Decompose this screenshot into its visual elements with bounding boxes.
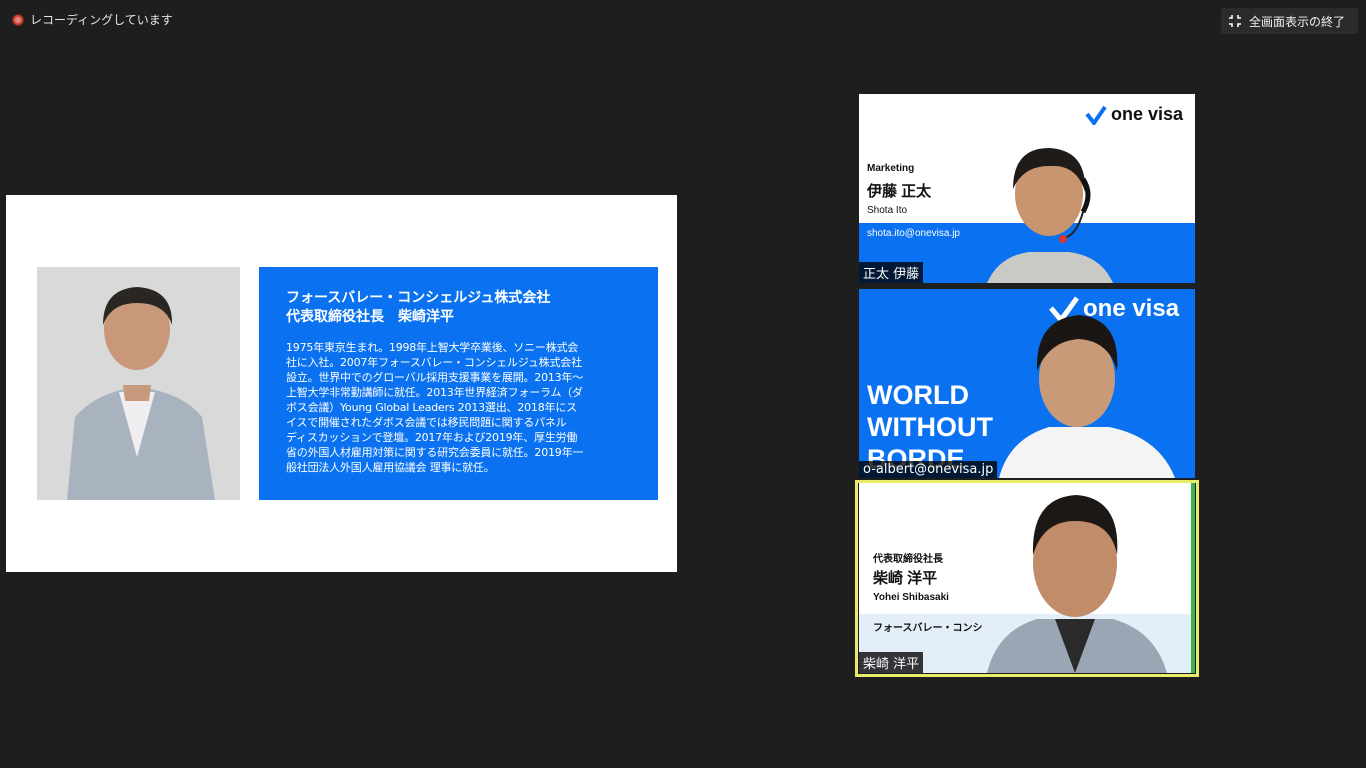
bio-panel: フォースバレー・コンシェルジュ株式会社 代表取締役社長 柴崎洋平 1975年東京… — [259, 267, 658, 500]
bio-line: 設立。世界中でのグローバル採用支援事業を展開。2013年〜 — [286, 371, 584, 384]
overlay-email: shota.ito@onevisa.jp — [867, 228, 960, 239]
logo-text: one visa — [1111, 104, 1184, 124]
participant-name-tag: 正太 伊藤 — [859, 262, 924, 283]
shared-slide: フォースバレー・コンシェルジュ株式会社 代表取締役社長 柴崎洋平 1975年東京… — [6, 195, 677, 572]
participant-name-tag: o-albert@onevisa.jp — [859, 461, 998, 478]
bio-line: イスで開催されたダボス会議では移民問題に関するパネル — [286, 416, 567, 429]
bio-line: ディスカッションで登壇。2017年および2019年、厚生労働 — [286, 431, 578, 444]
slogan-line: WITHOUT — [867, 412, 993, 442]
overlay-name: 伊藤 正太 — [867, 183, 932, 200]
participant-video — [987, 148, 1113, 283]
participant-video-tile[interactable]: one visa Marketing 伊藤 正太 Shota Ito shota… — [859, 94, 1195, 283]
exit-fullscreen-label: 全画面表示の終了 — [1249, 14, 1346, 29]
one-visa-logo: one visa — [1085, 104, 1183, 125]
bio-line: 省の外国人材雇用対策に関する研究会委員に就任。2019年一 — [286, 446, 584, 459]
recording-indicator[interactable]: レコーディングしています — [12, 11, 173, 28]
bio-line: 上智大学非常勤講師に就任。2013年世界経済フォーラム（ダ — [286, 386, 583, 399]
bio-text: 1975年東京生まれ。1998年上智大学卒業後、ソニー株式会 社に入社。2007… — [286, 340, 634, 475]
exit-fullscreen-button[interactable]: 全画面表示の終了 — [1221, 8, 1358, 34]
record-icon — [12, 13, 24, 26]
bio-line: 社に入社。2007年フォースバレー・コンシェルジュ株式会社 — [286, 356, 582, 369]
bio-line: ボス会議）Young Global Leaders 2013選出、2018年にス — [286, 401, 577, 414]
active-speaker-highlight — [855, 480, 1199, 677]
recording-label: レコーディングしています — [30, 13, 173, 27]
slogan-line: WORLD — [867, 380, 969, 410]
exit-fullscreen-icon — [1229, 15, 1241, 27]
bio-line: 般社団法人外国人雇用協議会 理事に就任。 — [286, 461, 495, 474]
speaker-portrait — [37, 267, 240, 500]
bio-title-person: 代表取締役社長 柴崎洋平 — [286, 309, 454, 325]
bio-title-company: フォースバレー・コンシェルジュ株式会社 — [286, 290, 551, 306]
overlay-roman-name: Shota Ito — [867, 205, 908, 216]
checkmark-icon — [1085, 105, 1107, 125]
bio-title: フォースバレー・コンシェルジュ株式会社 代表取締役社長 柴崎洋平 — [286, 289, 634, 327]
overlay-role: Marketing — [867, 163, 915, 174]
bio-line: 1975年東京生まれ。1998年上智大学卒業後、ソニー株式会 — [286, 341, 579, 354]
participant-video — [999, 315, 1175, 478]
participant-video-tile[interactable]: one visa WORLD WITHOUT BORDE o-albert@on… — [859, 289, 1195, 478]
